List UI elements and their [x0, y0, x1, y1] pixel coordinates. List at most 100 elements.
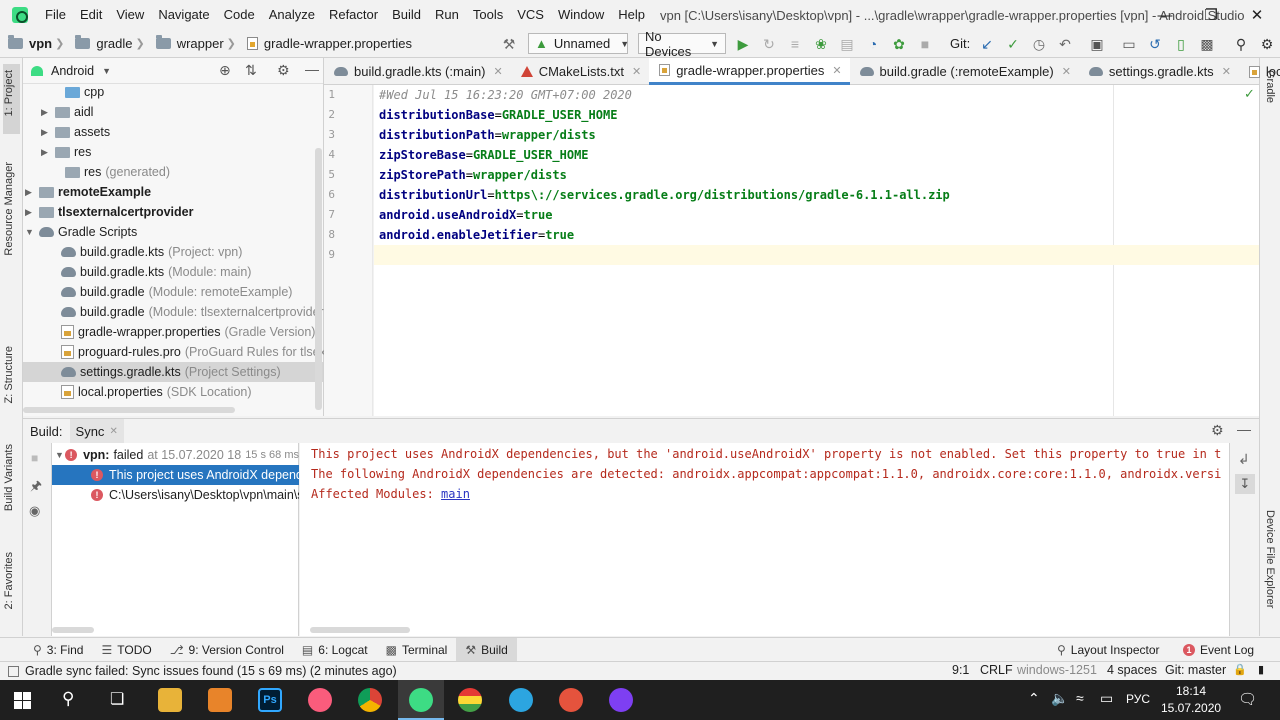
close-tab-icon[interactable]: ✕: [1222, 65, 1231, 78]
chevron-down-icon[interactable]: ▼: [25, 222, 39, 242]
device-dropdown[interactable]: No Devices ▼: [638, 29, 726, 59]
menu-tools[interactable]: Tools: [466, 0, 510, 30]
minimize-icon[interactable]: —: [1142, 0, 1188, 30]
breadcrumb-gradle[interactable]: gradle ❯: [71, 35, 151, 51]
collapse-all-icon[interactable]: ⇅: [245, 62, 257, 79]
pin-icon[interactable]: 🖈: [30, 477, 42, 499]
inspection-ok-icon[interactable]: ✓: [1244, 86, 1255, 102]
breadcrumb-vpn[interactable]: vpn ❯: [0, 35, 71, 51]
horizontal-scrollbar[interactable]: [23, 407, 235, 413]
tor-browser-icon[interactable]: [609, 688, 633, 712]
close-tab-icon[interactable]: ✕: [832, 64, 841, 77]
affected-module-link[interactable]: main: [441, 487, 470, 501]
git-rollback-icon[interactable]: ↶: [1054, 33, 1076, 55]
menu-code[interactable]: Code: [217, 0, 262, 30]
build-node-vpn[interactable]: ▼ ! vpn: failed at 15.07.2020 18 15 s 68…: [52, 445, 299, 465]
menu-refactor[interactable]: Refactor: [322, 0, 385, 30]
tab-build-gradle-kts-main[interactable]: build.gradle.kts (:main) ✕: [324, 58, 511, 85]
tree-item-proguard-rules[interactable]: proguard-rules.pro (ProGuard Rules for t…: [47, 342, 336, 362]
notifications-icon[interactable]: 🗨: [1238, 690, 1257, 708]
project-structure-icon[interactable]: ▣: [1086, 33, 1108, 55]
chevron-right-icon[interactable]: ▶: [41, 122, 55, 142]
status-message[interactable]: Gradle sync failed: Sync issues found (1…: [25, 664, 397, 678]
menu-navigate[interactable]: Navigate: [151, 0, 216, 30]
git-branch[interactable]: Git: master: [1165, 663, 1226, 677]
horizontal-scrollbar[interactable]: [52, 627, 94, 633]
tree-item-local-properties[interactable]: local.properties (SDK Location): [47, 382, 252, 402]
chevron-down-icon[interactable]: ▼: [52, 445, 65, 465]
cursor-position[interactable]: 9:1: [952, 663, 969, 677]
sdk-manager-icon[interactable]: ▩: [1196, 33, 1218, 55]
tool-window-resource-manager[interactable]: Resource Manager: [3, 162, 15, 256]
app-icon[interactable]: [458, 688, 482, 712]
debug-icon[interactable]: ❀: [810, 33, 832, 55]
git-history-icon[interactable]: ◷: [1028, 33, 1050, 55]
tool-tab-layout-inspector[interactable]: ⚲ Layout Inspector: [1048, 638, 1169, 662]
file-explorer-icon[interactable]: [158, 688, 182, 712]
menu-view[interactable]: View: [109, 0, 151, 30]
attach-debugger-icon[interactable]: ✿: [888, 33, 910, 55]
apply-changes-icon[interactable]: ↻: [758, 33, 780, 55]
tree-item-assets[interactable]: ▶ assets: [41, 122, 110, 142]
tree-item-aidl[interactable]: ▶ aidl: [41, 102, 93, 122]
breadcrumb-wrapper[interactable]: wrapper ❯: [152, 35, 243, 51]
close-icon[interactable]: ✕: [1234, 0, 1280, 30]
tab-gradle-wrapper-properties[interactable]: gradle-wrapper.properties ✕: [649, 58, 850, 85]
search-icon[interactable]: ⚲: [62, 689, 74, 709]
profile-icon[interactable]: ◔: [862, 33, 884, 55]
chevron-right-icon[interactable]: ▶: [41, 102, 55, 122]
avd-manager-icon[interactable]: ▭: [1118, 33, 1140, 55]
tree-item-build-gradle-tls[interactable]: build.gradle (Module: tlsexternalcertpro…: [47, 302, 328, 322]
coverage-icon[interactable]: ▤: [836, 33, 858, 55]
tree-item-remote-example[interactable]: ▶ remoteExample: [25, 182, 151, 202]
vertical-scrollbar[interactable]: [315, 148, 322, 410]
eye-icon[interactable]: ◉: [29, 503, 40, 519]
hide-panel-icon[interactable]: —: [305, 61, 319, 77]
close-tab-icon[interactable]: ✕: [494, 65, 503, 78]
tree-item-build-gradle-kts-project[interactable]: build.gradle.kts (Project: vpn): [47, 242, 242, 262]
chevron-right-icon[interactable]: ▶: [25, 182, 39, 202]
git-client-icon[interactable]: [559, 688, 583, 712]
gear-icon[interactable]: ⚙: [277, 62, 290, 79]
clock-date[interactable]: 15.07.2020: [1161, 701, 1221, 715]
build-output-console[interactable]: This project uses AndroidX dependencies,…: [300, 443, 1229, 636]
chrome-icon[interactable]: [358, 688, 382, 712]
file-encoding[interactable]: windows-1251: [1017, 663, 1097, 677]
battery-icon[interactable]: ▭: [1100, 690, 1113, 707]
build-node-file-path[interactable]: ! C:\Users\isany\Desktop\vpn\main\s: [52, 485, 299, 505]
tree-item-build-gradle-remote-example[interactable]: build.gradle (Module: remoteExample): [47, 282, 292, 302]
tool-window-build-variants[interactable]: Build Variants: [3, 444, 15, 511]
tool-window-favorites[interactable]: 2: Favorites: [3, 552, 15, 609]
run-icon[interactable]: ▶: [732, 33, 754, 55]
project-view-selector[interactable]: Android: [51, 64, 94, 78]
tool-tab-logcat[interactable]: ▤ 6: Logcat: [293, 638, 377, 662]
status-toggle-icon[interactable]: [8, 665, 19, 677]
clock-time[interactable]: 18:14: [1176, 684, 1206, 698]
menu-build[interactable]: Build: [385, 0, 428, 30]
hammer-icon[interactable]: ⚒: [498, 33, 520, 55]
apply-code-changes-icon[interactable]: ≡: [784, 33, 806, 55]
close-tab-icon[interactable]: ✕: [632, 65, 641, 78]
settings-icon[interactable]: ⚙: [1256, 33, 1278, 55]
tool-tab-find[interactable]: ⚲ 3: Find: [24, 638, 92, 662]
menu-run[interactable]: Run: [428, 0, 466, 30]
git-commit-icon[interactable]: ✓: [1002, 33, 1024, 55]
tab-local-properties[interactable]: loca: [1239, 58, 1280, 85]
wifi-icon[interactable]: ≈: [1076, 690, 1084, 706]
stop-icon[interactable]: ■: [914, 33, 936, 55]
close-tab-icon[interactable]: ✕: [109, 426, 117, 437]
menu-help[interactable]: Help: [611, 0, 652, 30]
tree-item-tlsexternalcertprovider[interactable]: ▶ tlsexternalcertprovider: [25, 202, 193, 222]
android-studio-taskbar-icon[interactable]: [409, 688, 433, 712]
tab-settings-gradle-kts[interactable]: settings.gradle.kts ✕: [1079, 58, 1239, 85]
tool-tab-todo[interactable]: ☰ TODO: [92, 638, 160, 662]
tool-tab-build[interactable]: ⚒ Build: [456, 637, 517, 662]
tool-window-project[interactable]: 1: Project: [3, 70, 15, 116]
task-view-icon[interactable]: ❏: [110, 689, 124, 709]
git-update-icon[interactable]: ↙: [976, 33, 998, 55]
input-language[interactable]: РУС: [1126, 692, 1150, 706]
breadcrumb-file[interactable]: gradle-wrapper.properties: [243, 36, 416, 51]
tab-build-gradle-remote-example[interactable]: build.gradle (:remoteExample) ✕: [850, 58, 1079, 85]
menu-file[interactable]: File: [38, 0, 73, 30]
line-separator[interactable]: CRLF: [980, 663, 1013, 677]
